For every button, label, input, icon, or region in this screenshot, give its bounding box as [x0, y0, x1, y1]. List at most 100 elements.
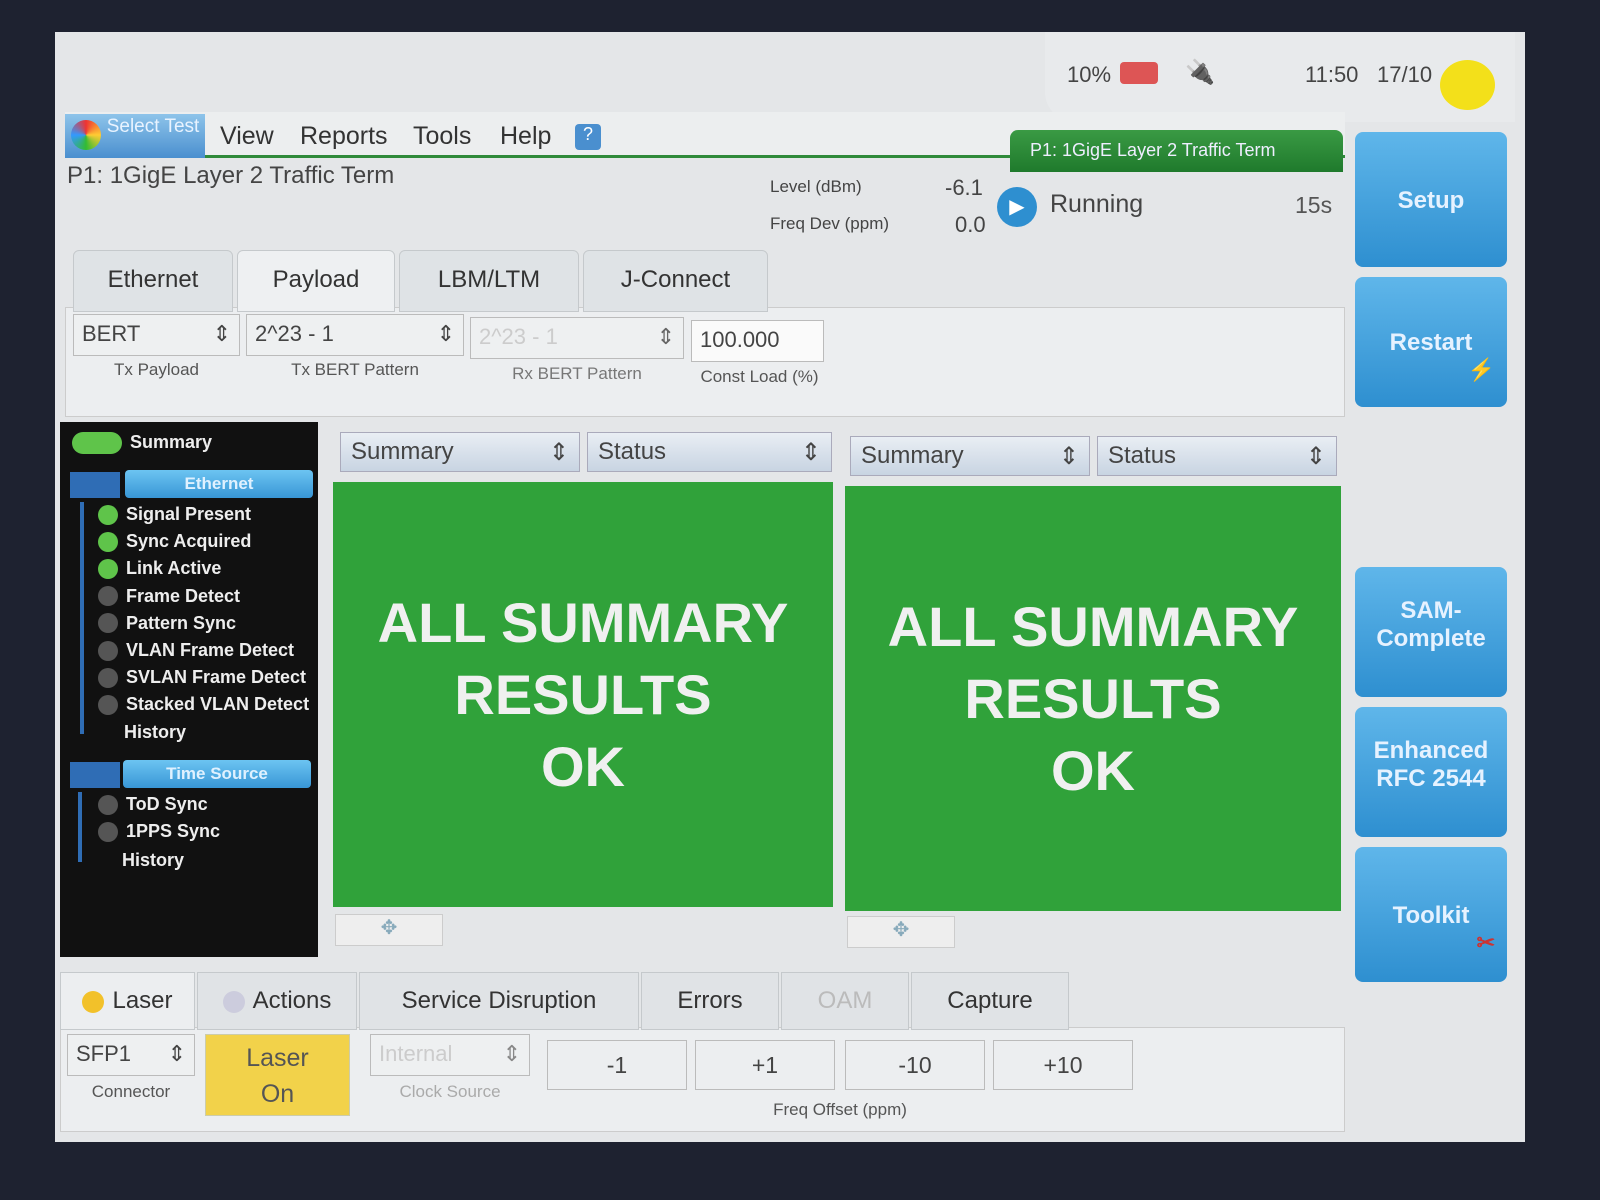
tree-item[interactable]: Link Active [98, 558, 221, 579]
toolkit-button[interactable]: Toolkit ✂ [1355, 847, 1507, 982]
tree-item[interactable]: Stacked VLAN Detect [98, 694, 309, 715]
header-bar [70, 472, 120, 498]
status-led-icon [98, 794, 118, 815]
help-icon[interactable]: ? [575, 124, 601, 150]
sam-complete-label: SAM-Complete [1376, 597, 1486, 652]
pane2-group-value: Summary [861, 442, 964, 469]
menu-view[interactable]: View [220, 122, 274, 151]
tree-item[interactable]: SVLAN Frame Detect [98, 667, 306, 688]
yellow-sticker [1440, 60, 1495, 110]
tab-j-connect[interactable]: J-Connect [583, 250, 768, 312]
clock-source-value: Internal [379, 1041, 453, 1066]
tab-actions[interactable]: Actions [197, 972, 357, 1030]
updown-icon: ⇕ [1058, 443, 1079, 470]
tx-bert-select[interactable]: 2^23 - 1 ⇕ [246, 314, 464, 356]
test-banner[interactable]: P1: 1GigE Layer 2 Traffic Term [1010, 130, 1343, 172]
setup-button[interactable]: Setup [1355, 132, 1507, 267]
actions-led-icon [222, 990, 245, 1013]
menu-reports[interactable]: Reports [300, 122, 388, 151]
freq-minus1-button[interactable]: -1 [547, 1040, 687, 1090]
tree-item-label: Signal Present [126, 504, 252, 524]
date: 17/10 [1377, 62, 1433, 87]
pane1-group-select[interactable]: Summary ⇕ [340, 432, 580, 472]
tab-lbm-ltm[interactable]: LBM/LTM [399, 250, 579, 312]
clock-source-label: Clock Source [399, 1082, 501, 1101]
test-banner-label: P1: 1GigE Layer 2 Traffic Term [1030, 140, 1276, 160]
time-history[interactable]: History [122, 850, 184, 871]
status-tree: Summary Ethernet Signal Present Sync Acqu… [60, 422, 318, 957]
clock: 11:50 [1305, 62, 1359, 87]
pane1-category-value: Status [598, 438, 667, 465]
pane2-group-select[interactable]: Summary ⇕ [850, 436, 1090, 476]
time-source-header[interactable]: Time Source [123, 760, 311, 788]
tree-item[interactable]: VLAN Frame Detect [98, 640, 294, 661]
pane2-line1: ALL SUMMARY [887, 594, 1299, 658]
tab-errors[interactable]: Errors [641, 972, 779, 1030]
battery-percent: 10% [1067, 62, 1112, 87]
tree-line [80, 502, 84, 734]
tree-item-label: VLAN Frame Detect [126, 640, 295, 660]
tree-item[interactable]: Frame Detect [98, 586, 240, 607]
tree-item[interactable]: 1PPS Sync [98, 821, 220, 842]
rx-bert-label: Rx BERT Pattern [512, 364, 642, 383]
tree-item-label: ToD Sync [126, 794, 208, 814]
connector-select[interactable]: SFP1 ⇕ [67, 1034, 195, 1076]
pane2-move-icon[interactable]: ✥ [847, 916, 955, 948]
tab-actions-label: Actions [252, 987, 332, 1014]
tab-laser[interactable]: Laser [60, 972, 195, 1030]
play-icon[interactable]: ▶ [997, 187, 1037, 227]
level-value: -6.1 [945, 175, 983, 200]
updown-icon: ⇕ [212, 321, 231, 346]
tree-item-label: SVLAN Frame Detect [126, 667, 307, 688]
tx-payload-select[interactable]: BERT ⇕ [73, 314, 240, 356]
pane2-category-value: Status [1108, 442, 1177, 469]
tab-oam: OAM [781, 972, 909, 1030]
tab-capture[interactable]: Capture [911, 972, 1069, 1030]
header-bar [70, 762, 120, 788]
laser-on-button[interactable]: Laser On [205, 1034, 350, 1116]
tree-item[interactable]: Sync Acquired [98, 531, 251, 552]
updown-icon: ⇕ [167, 1041, 186, 1066]
summary-item[interactable]: Summary [130, 432, 212, 453]
menu-help[interactable]: Help [500, 122, 551, 151]
freq-plus10-button[interactable]: +10 [993, 1040, 1133, 1090]
pane1-group-value: Summary [351, 438, 454, 465]
restart-button[interactable]: Restart ⚡ [1355, 277, 1507, 407]
sam-complete-button[interactable]: SAM-Complete [1355, 567, 1507, 697]
tree-item[interactable]: Pattern Sync [98, 613, 236, 634]
status-led-icon [98, 667, 118, 688]
tx-payload-label: Tx Payload [113, 360, 200, 379]
status-led-icon [98, 504, 118, 525]
tx-payload-value: BERT [82, 321, 141, 346]
menu-tools[interactable]: Tools [413, 122, 471, 151]
tab-service-disruption[interactable]: Service Disruption [359, 972, 639, 1030]
select-test-icon [71, 120, 101, 150]
tab-laser-label: Laser [112, 987, 173, 1014]
ethernet-history[interactable]: History [124, 722, 186, 743]
updown-icon: ⇕ [436, 321, 455, 346]
tools-icon: ✂ [1476, 930, 1495, 955]
pane1-category-select[interactable]: Status ⇕ [587, 432, 832, 472]
enhanced-rfc2544-button[interactable]: Enhanced RFC 2544 [1355, 707, 1507, 837]
updown-icon: ⇕ [800, 439, 821, 466]
freq-plus1-button[interactable]: +1 [695, 1040, 835, 1090]
const-load-input[interactable]: 100.000 [691, 320, 824, 362]
results-area: Summary ⇕ Status ⇕ ALL SUMMARY RESULTS OK ✥ … [325, 422, 1345, 957]
tab-ethernet[interactable]: Ethernet [73, 250, 233, 312]
updown-icon: ⇕ [656, 324, 675, 349]
select-test-button[interactable]: Select Test [65, 114, 205, 158]
pane1-line2: RESULTS [454, 662, 712, 726]
freq-minus10-button[interactable]: -10 [845, 1040, 985, 1090]
status-bar: 10% 🔌 11:50 17/10 [1045, 32, 1515, 122]
ethernet-header[interactable]: Ethernet [125, 470, 313, 498]
status-led-icon [98, 694, 118, 715]
tab-payload[interactable]: Payload [237, 250, 395, 312]
pane1-move-icon[interactable]: ✥ [335, 914, 443, 946]
tree-item[interactable]: Signal Present [98, 504, 251, 525]
pane2-category-select[interactable]: Status ⇕ [1097, 436, 1337, 476]
select-test-label: Select Test [106, 116, 200, 137]
tree-item[interactable]: ToD Sync [98, 794, 208, 815]
connector-label: Connector [91, 1082, 171, 1101]
tree-item-label: Pattern Sync [126, 612, 237, 633]
restart-label: Restart [1389, 329, 1473, 356]
